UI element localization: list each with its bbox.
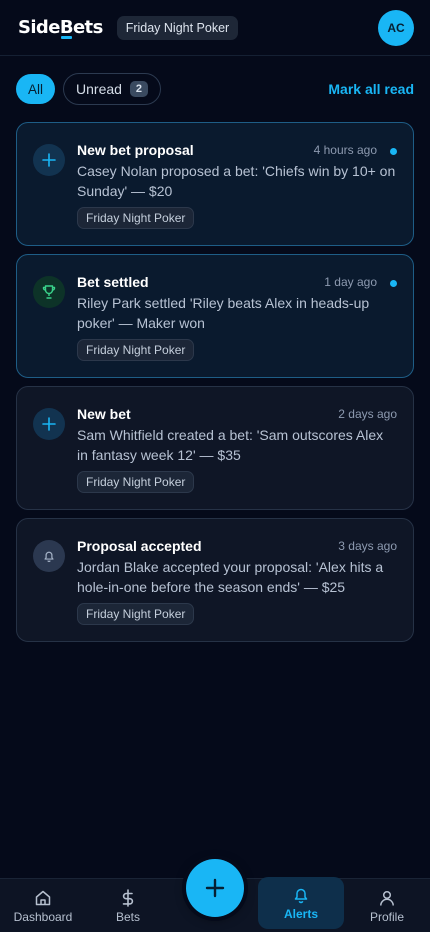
filter-unread-label: Unread (76, 81, 122, 97)
unread-dot (390, 148, 397, 155)
nav-bets-label: Bets (115, 910, 140, 924)
unread-dot (390, 280, 397, 287)
bell-icon (33, 540, 65, 572)
notification-title: Bet settled (77, 274, 149, 290)
dollar-icon (122, 889, 134, 907)
unread-count-badge: 2 (129, 81, 148, 97)
nav-alerts-label: Alerts (283, 907, 318, 921)
user-icon (380, 890, 394, 906)
notification-card[interactable]: New bet proposal 4 hours ago Casey Nolan… (16, 122, 414, 246)
notification-title: New bet (77, 406, 131, 422)
plus-icon (205, 878, 225, 898)
notification-body: Jordan Blake accepted your proposal: 'Al… (77, 559, 384, 595)
create-bet-button[interactable] (186, 859, 244, 917)
nav-profile-label: Profile (369, 910, 404, 924)
group-tag: Friday Night Poker (77, 339, 195, 361)
filter-bar: All Unread 2 Mark all read (16, 72, 414, 106)
bell-icon (294, 888, 308, 904)
notification-card[interactable]: Proposal accepted 3 days ago Jordan Blak… (16, 518, 414, 642)
mark-all-read-button[interactable]: Mark all read (328, 81, 414, 97)
trophy-icon (33, 276, 65, 308)
notification-body: Sam Whitfield created a bet: 'Sam outsco… (77, 427, 384, 463)
notification-body: Casey Nolan proposed a bet: 'Chiefs win … (77, 163, 396, 199)
filter-all-chip[interactable]: All (16, 74, 56, 104)
notification-body: Riley Park settled 'Riley beats Alex in … (77, 295, 370, 331)
notification-time: 4 hours ago (313, 143, 377, 157)
avatar[interactable]: AC (378, 10, 414, 46)
group-tag: Friday Night Poker (77, 207, 195, 229)
notification-title: New bet proposal (77, 142, 194, 158)
filter-unread-chip[interactable]: Unread 2 (63, 73, 161, 105)
app-logo[interactable]: SideBets (18, 17, 103, 38)
notification-list: New bet proposal 4 hours ago Casey Nolan… (16, 122, 414, 650)
plus-icon (33, 144, 65, 176)
app-header: SideBets Friday Night Poker AC (0, 0, 430, 56)
notification-time: 2 days ago (338, 407, 397, 421)
group-tag: Friday Night Poker (77, 603, 195, 625)
nav-bets[interactable]: Bets (95, 879, 161, 932)
plus-icon (33, 408, 65, 440)
nav-alerts[interactable]: Alerts (258, 877, 344, 929)
nav-dashboard-label: Dashboard (13, 910, 73, 924)
nav-dashboard[interactable]: Dashboard (8, 879, 78, 932)
notification-card[interactable]: Bet settled 1 day ago Riley Park settled… (16, 254, 414, 378)
notification-time: 3 days ago (338, 539, 397, 553)
home-icon (35, 890, 51, 906)
notification-title: Proposal accepted (77, 538, 202, 554)
group-selector[interactable]: Friday Night Poker (116, 15, 239, 40)
notification-card[interactable]: New bet 2 days ago Sam Whitfield created… (16, 386, 414, 510)
nav-profile[interactable]: Profile (352, 879, 422, 932)
group-tag: Friday Night Poker (77, 471, 195, 493)
notification-time: 1 day ago (324, 275, 377, 289)
